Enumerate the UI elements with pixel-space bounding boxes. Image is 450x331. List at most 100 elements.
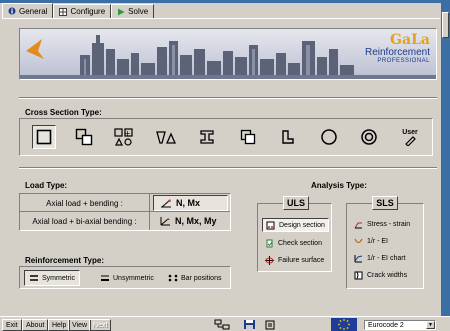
composite-rect-section-button[interactable]: [72, 125, 96, 149]
box-section-button[interactable]: [236, 125, 260, 149]
reinforcement-type-panel: Symmetric Unsymmetric Bar positions: [19, 266, 231, 289]
brand-subtitle: Reinforcement: [364, 47, 430, 58]
custom-multi-section-button[interactable]: +: [112, 125, 136, 149]
design-code-select[interactable]: Eurocode 2 ▼: [364, 320, 436, 330]
user-section-button[interactable]: User: [396, 125, 424, 149]
l-section-button[interactable]: [276, 125, 300, 149]
tab-general[interactable]: General: [2, 3, 54, 18]
design-code-value: Eurocode 2: [368, 321, 404, 329]
reinforcement-symmetric-button[interactable]: Symmetric: [24, 270, 81, 286]
view-button[interactable]: View: [68, 319, 92, 331]
biaxial-bending-icon: [160, 217, 170, 226]
reinforcement-bar-positions-button[interactable]: Bar positions: [164, 270, 225, 286]
tab-strip: General Configure Solve: [2, 3, 155, 18]
i-beam-section-icon: [200, 130, 214, 144]
bending-axis-icon: [161, 199, 171, 208]
eu-flag-icon: [331, 318, 357, 331]
ring-section-icon: [361, 129, 377, 145]
reinforcement-type-title: Reinforcement Type:: [25, 256, 104, 265]
crack-widths-label: Crack widths: [367, 271, 408, 279]
brand-edition: PROFESSIONAL: [377, 58, 430, 64]
load-n-mx-my-button[interactable]: N, Mx, My: [153, 213, 228, 229]
save-disk-icon[interactable]: [243, 319, 257, 330]
curvature-icon: [354, 238, 363, 243]
uls-design-section-button[interactable]: Design section: [262, 218, 329, 232]
banner: GaLa Reinforcement PROFESSIONAL: [19, 28, 437, 80]
failure-surface-icon: [265, 255, 274, 265]
analysis-type-title: Analysis Type:: [311, 181, 367, 190]
unsymmetric-bars-icon: [101, 275, 109, 281]
tab-solve[interactable]: Solve: [111, 4, 155, 18]
next-button[interactable]: Next: [89, 319, 112, 331]
chart-icon: [354, 254, 363, 262]
user-pen-icon: [405, 135, 416, 146]
sls-curvature-ei-chart-button[interactable]: 1/r - EI chart: [351, 251, 421, 265]
symmetric-bars-icon: [30, 275, 38, 281]
t-triangle-section-icon: [156, 131, 176, 144]
check-section-label: Check section: [278, 239, 322, 247]
section-view-icon[interactable]: [214, 319, 230, 330]
curvature-ei-chart-label: 1/r - EI chart: [367, 254, 406, 262]
load-type-row: Axial load + bending : N, Mx: [20, 194, 230, 212]
tab-configure-label: Configure: [70, 7, 106, 16]
user-section-label: User: [402, 128, 418, 136]
l-section-icon: [282, 130, 294, 144]
desktop-edge: [441, 0, 450, 330]
failure-surface-label: Failure surface: [278, 256, 325, 264]
bar-positions-label: Bar positions: [181, 274, 222, 282]
unsymmetric-label: Unsymmetric: [113, 274, 154, 282]
custom-multi-section-icon: +: [114, 128, 133, 146]
design-section-icon: [266, 221, 275, 229]
circle-section-button[interactable]: [317, 125, 341, 149]
cross-section-title: Cross Section Type:: [25, 108, 102, 117]
rectangle-section-icon: [36, 129, 52, 145]
cross-section-panel: + User: [19, 118, 433, 156]
sls-crack-widths-button[interactable]: Crack widths: [351, 268, 421, 282]
load-n-mx-my-label: N, Mx, My: [175, 216, 217, 226]
load-n-mx-button[interactable]: N, Mx: [153, 195, 228, 211]
brand-logo: GaLa Reinforcement PROFESSIONAL: [365, 33, 430, 64]
ring-section-button[interactable]: [357, 125, 381, 149]
stress-strain-label: Stress - strain: [367, 220, 411, 228]
exit-button[interactable]: Exit: [2, 319, 22, 331]
curvature-ei-label: 1/r - EI: [367, 237, 389, 245]
check-section-icon: [266, 239, 273, 247]
composite-rect-section-icon: [75, 128, 93, 146]
tab-configure[interactable]: Configure: [53, 4, 112, 18]
sls-stress-strain-button[interactable]: Stress - strain: [351, 217, 421, 231]
code-settings-icon[interactable]: [265, 320, 275, 330]
design-section-label: Design section: [279, 221, 325, 229]
chevron-down-icon[interactable]: ▼: [426, 321, 435, 329]
stress-strain-icon: [354, 222, 362, 228]
info-icon: [8, 7, 16, 15]
brand-name: GaLa: [390, 32, 430, 48]
load-n-mx-label: N, Mx: [176, 198, 201, 208]
tab-solve-label: Solve: [128, 7, 149, 16]
symmetric-label: Symmetric: [42, 274, 76, 282]
crack-widths-icon: [354, 271, 363, 279]
load-type-row: Axial load + bi-axial bending : N, Mx, M…: [20, 212, 230, 230]
side-scroll-thumb[interactable]: [442, 12, 449, 38]
box-section-icon: [240, 129, 256, 145]
about-button[interactable]: About: [22, 319, 49, 331]
sls-curvature-ei-button[interactable]: 1/r - EI: [351, 234, 421, 248]
uls-title: ULS: [283, 196, 309, 210]
reinforcement-unsymmetric-button[interactable]: Unsymmetric: [96, 270, 158, 286]
i-beam-section-button[interactable]: [195, 125, 219, 149]
load-type-panel: Axial load + bending : N, Mx Axial load …: [19, 193, 231, 231]
load-type-label: Axial load + bi-axial bending :: [20, 212, 150, 230]
uls-failure-surface-button[interactable]: Failure surface: [262, 253, 329, 267]
rectangle-section-button[interactable]: [32, 125, 56, 149]
tab-general-label: General: [19, 6, 48, 16]
load-type-title: Load Type:: [25, 181, 68, 190]
divider: [19, 167, 437, 169]
t-triangle-section-button[interactable]: [154, 125, 178, 149]
divider: [19, 97, 437, 99]
load-type-label: Axial load + bending :: [20, 194, 150, 212]
circle-section-icon: [321, 129, 337, 145]
sls-title: SLS: [372, 196, 398, 210]
grid-icon: [59, 7, 68, 16]
bar-positions-icon: [168, 274, 178, 282]
play-icon: [117, 8, 125, 16]
uls-check-section-button[interactable]: Check section: [262, 236, 329, 250]
